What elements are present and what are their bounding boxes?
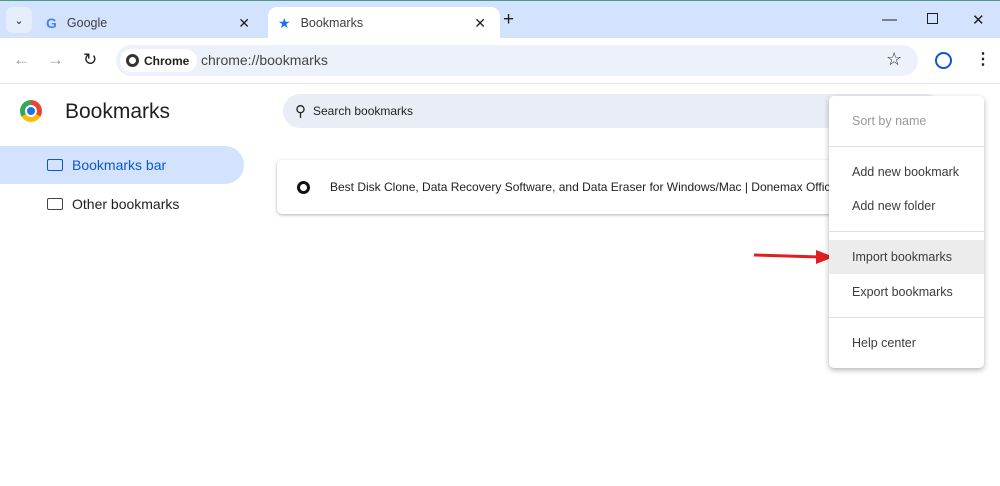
close-tab-icon[interactable]: ✕ bbox=[238, 15, 250, 32]
menu-separator bbox=[829, 317, 984, 318]
chrome-logo bbox=[20, 100, 42, 122]
google-g-icon: G bbox=[46, 15, 57, 31]
address-bar[interactable]: Chrome chrome://bookmarks ☆ bbox=[116, 45, 918, 76]
menu-separator bbox=[829, 146, 984, 147]
toolbar: ← → ↻ Chrome chrome://bookmarks ☆ ⋮ bbox=[0, 38, 1000, 84]
tab-search-button[interactable]: ⌄ bbox=[6, 7, 32, 33]
menu-item-add-new-bookmark[interactable]: Add new bookmark bbox=[829, 155, 984, 189]
menu-item-add-new-folder[interactable]: Add new folder bbox=[829, 189, 984, 223]
bookmark-title: Best Disk Clone, Data Recovery Software,… bbox=[330, 180, 843, 194]
chrome-icon bbox=[126, 54, 139, 67]
organize-menu: Sort by name Add new bookmark Add new fo… bbox=[829, 96, 984, 368]
maximize-button[interactable] bbox=[927, 13, 938, 24]
tab-title: Bookmarks bbox=[300, 16, 364, 30]
minimize-button[interactable]: — bbox=[882, 11, 897, 28]
site-chip[interactable]: Chrome bbox=[120, 49, 198, 72]
menu-item-sort-by-name[interactable]: Sort by name bbox=[829, 104, 984, 138]
profile-icon[interactable] bbox=[935, 52, 952, 69]
tab-strip: ⌄ G Google ✕ ★ Bookmarks ✕ + — ✕ bbox=[0, 0, 1000, 39]
menu-separator bbox=[829, 231, 984, 232]
star-icon: ★ bbox=[278, 14, 291, 31]
url-text: chrome://bookmarks bbox=[201, 52, 328, 68]
menu-item-import-bookmarks[interactable]: Import bookmarks bbox=[829, 240, 984, 274]
close-window-button[interactable]: ✕ bbox=[972, 11, 985, 29]
tab-title: Google bbox=[66, 16, 108, 30]
sidebar-item-bookmarks-bar[interactable]: Bookmarks bar bbox=[0, 146, 244, 184]
more-menu-icon[interactable]: ⋮ bbox=[975, 49, 991, 69]
tab-google[interactable]: G Google ✕ bbox=[36, 7, 264, 39]
search-icon: ⚲ bbox=[295, 103, 306, 120]
sidebar-item-other-bookmarks[interactable]: Other bookmarks bbox=[0, 185, 244, 223]
forward-button[interactable]: → bbox=[47, 50, 64, 70]
menu-item-export-bookmarks[interactable]: Export bookmarks bbox=[829, 275, 984, 309]
sidebar-item-label: Bookmarks bar bbox=[72, 157, 167, 173]
folder-icon bbox=[47, 198, 63, 210]
bookmark-item[interactable]: Best Disk Clone, Data Recovery Software,… bbox=[277, 160, 897, 214]
back-button[interactable]: ← bbox=[13, 50, 30, 70]
menu-item-help-center[interactable]: Help center bbox=[829, 326, 984, 360]
reload-button[interactable]: ↻ bbox=[83, 50, 97, 70]
close-tab-icon[interactable]: ✕ bbox=[474, 15, 486, 32]
new-tab-button[interactable]: + bbox=[503, 9, 514, 31]
donemax-favicon bbox=[297, 180, 310, 194]
sidebar-item-label: Other bookmarks bbox=[72, 196, 180, 212]
folder-icon bbox=[47, 159, 63, 171]
bookmark-star-icon[interactable]: ☆ bbox=[886, 49, 902, 70]
search-placeholder: Search bookmarks bbox=[313, 104, 414, 118]
page-title: Bookmarks bbox=[65, 100, 171, 123]
chip-label: Chrome bbox=[144, 53, 190, 68]
tab-bookmarks[interactable]: ★ Bookmarks ✕ bbox=[268, 7, 500, 39]
